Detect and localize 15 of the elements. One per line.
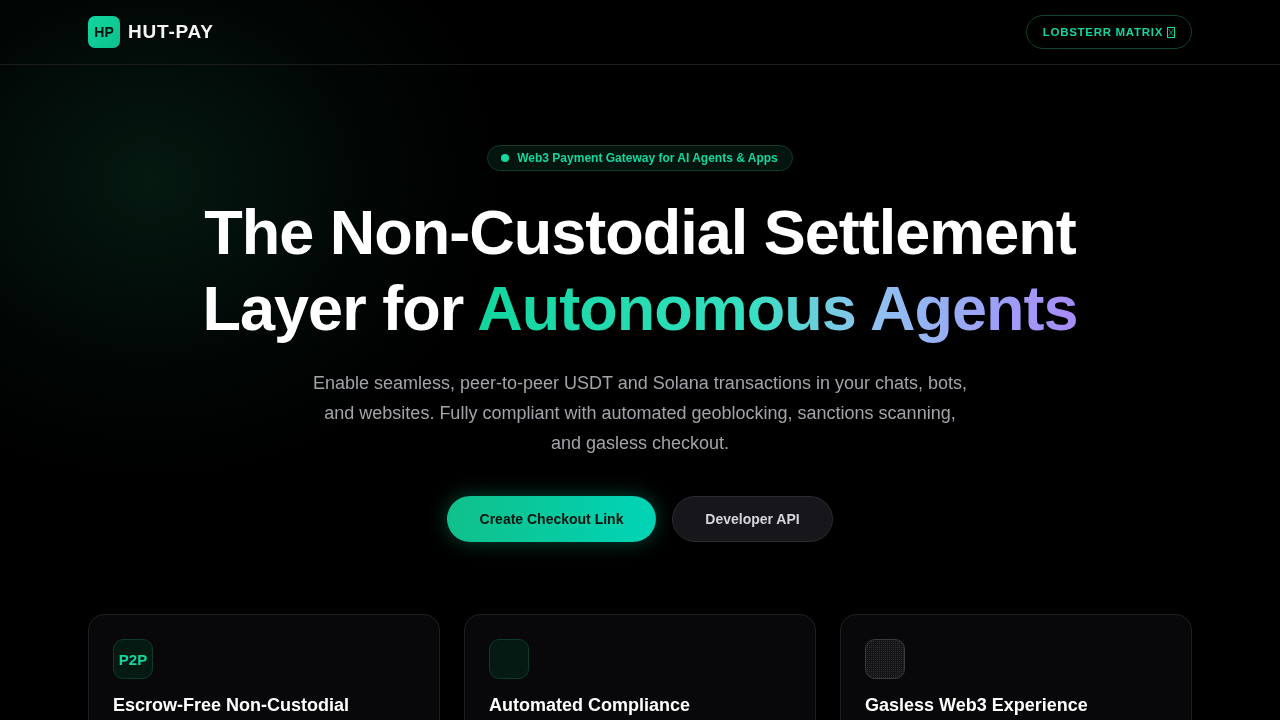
feature-title: Automated Compliance — [489, 695, 692, 715]
missing-glyph-icon — [1167, 26, 1175, 38]
feature-icon-label: P2P — [113, 639, 153, 679]
feature-title: Gasless Web3 Experience — [865, 695, 1089, 715]
blank-tile-icon — [489, 639, 529, 679]
status-dot-icon — [501, 154, 510, 162]
developer-api-button[interactable]: Developer API — [672, 496, 833, 542]
create-link-button[interactable]: Create Checkout Link — [447, 496, 656, 542]
hero-headline: The Non-Custodial Settlement Layer for Autonomous Agents — [201, 196, 1079, 345]
tagline-text: Web3 Payment Gateway for AI Agents & Apps — [517, 151, 778, 165]
logo-mark: HP — [88, 16, 120, 48]
feature-title: Escrow-Free Non-Custodial — [113, 695, 351, 715]
brand-name: HUT-PAY — [128, 21, 214, 43]
hero-description: Enable seamless, peer-to-peer USDT and Solana transactions in your chats, bots, and websites. Fully compliant with automated geoblocking, sanctions scanning, and gasless checkout. — [312, 372, 968, 455]
dotted-tile-icon — [865, 639, 905, 679]
